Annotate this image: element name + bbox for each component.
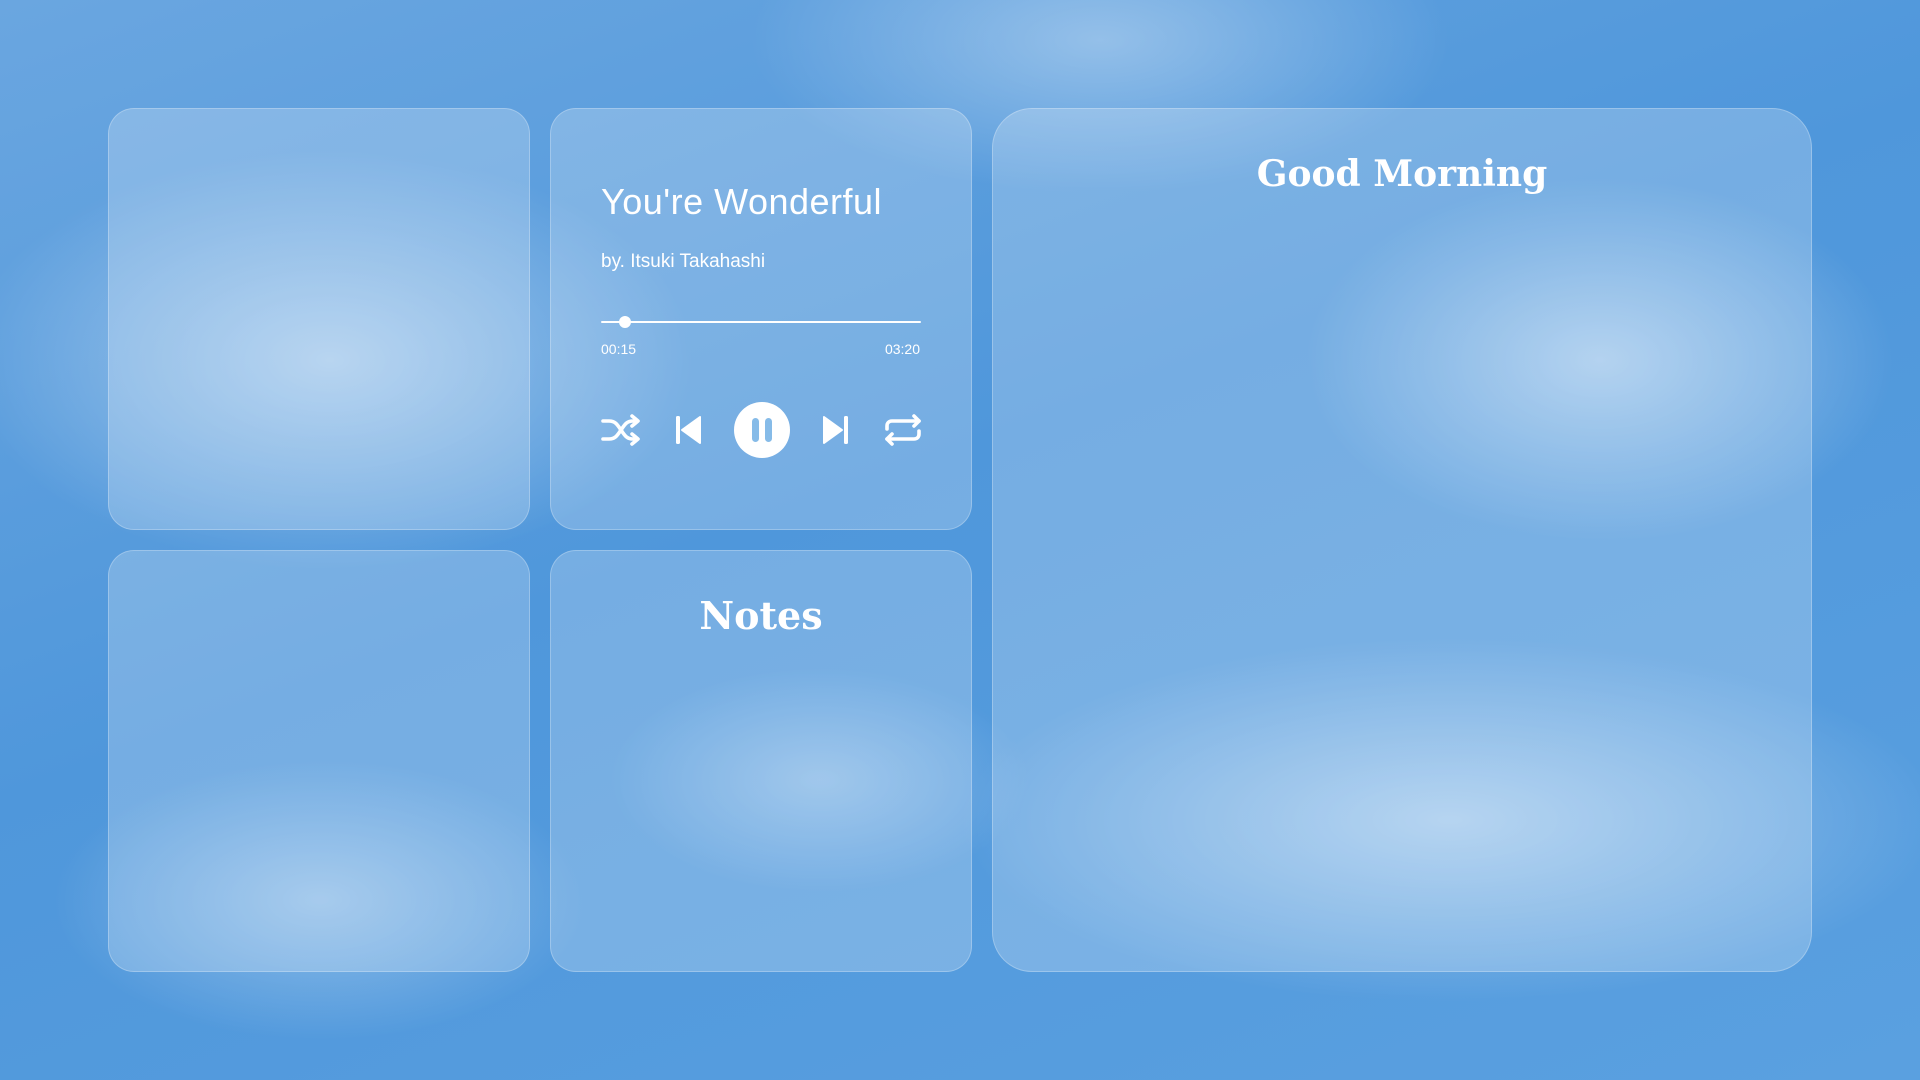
music-player-widget: You're Wonderful by. Itsuki Takahashi 00… — [550, 108, 972, 530]
elapsed-time: 00:15 — [601, 341, 637, 357]
notes-widget[interactable]: Notes — [550, 550, 972, 972]
greeting-widget: Good Morning — [992, 108, 1812, 972]
shuffle-icon — [601, 414, 640, 446]
skip-next-icon — [823, 416, 848, 444]
song-artist: by. Itsuki Takahashi — [601, 251, 766, 272]
pause-icon — [734, 402, 790, 458]
playback-controls — [601, 402, 923, 458]
notes-title: Notes — [699, 593, 823, 638]
previous-track-button[interactable] — [671, 402, 705, 458]
total-duration: 03:20 — [884, 341, 920, 357]
repeat-button[interactable] — [883, 402, 923, 458]
progress-handle[interactable] — [619, 316, 631, 328]
next-track-button[interactable] — [819, 402, 853, 458]
empty-widget-bottom-left — [108, 550, 530, 972]
empty-widget-top-left — [108, 108, 530, 530]
repeat-icon — [885, 414, 921, 446]
song-title: You're Wonderful — [601, 181, 883, 222]
progress-bar[interactable] — [601, 316, 921, 328]
skip-previous-icon — [676, 416, 701, 444]
greeting-title: Good Morning — [1256, 153, 1548, 195]
shuffle-button[interactable] — [601, 402, 641, 458]
play-pause-button[interactable] — [734, 402, 790, 458]
